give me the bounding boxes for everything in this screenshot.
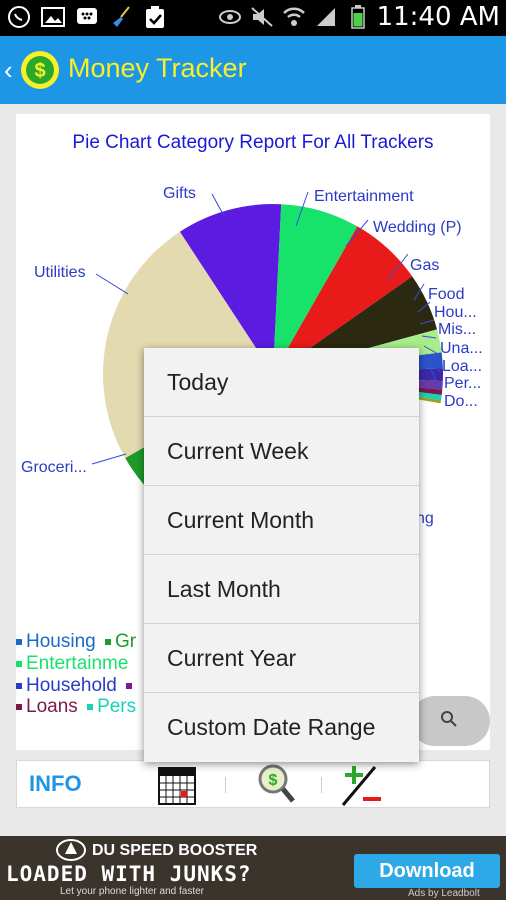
info-button[interactable]: INFO [29, 771, 82, 797]
menu-item-current-month[interactable]: Current Month [144, 486, 419, 555]
legend-label-entertainment: Entertainme [26, 653, 129, 674]
legend-label-housing: Housing [26, 631, 96, 652]
wifi-icon [281, 4, 307, 30]
back-chevron-icon[interactable]: ‹ [4, 56, 16, 84]
status-bar: 11:40 AM [0, 0, 506, 36]
svg-text:$: $ [34, 60, 45, 82]
bottom-toolbar: INFO $ [16, 760, 490, 808]
toolbar-divider [225, 777, 226, 793]
leader-line [95, 273, 129, 295]
toolbar-divider [321, 777, 322, 793]
gallery-icon [40, 4, 66, 30]
label-misc: Mis... [438, 321, 477, 338]
label-housing: Hou... [434, 304, 477, 321]
ad-brand: DU SPEED BOOSTER [92, 842, 258, 859]
money-search-icon[interactable]: $ [257, 763, 297, 805]
signal-icon [313, 4, 339, 30]
ad-credit[interactable]: Ads by Leadbolt [408, 888, 480, 899]
chart-title: Pie Chart Category Report For All Tracke… [72, 132, 434, 153]
eye-icon [217, 4, 243, 30]
svg-text:$: $ [269, 772, 278, 789]
whatsapp-icon [6, 4, 32, 30]
clipboard-check-icon [142, 4, 168, 30]
label-gifts: Gifts [163, 185, 196, 202]
legend-label-groceries: Gr [115, 631, 137, 652]
legend-marker [16, 682, 22, 689]
label-wedding: Wedding (P) [373, 219, 462, 236]
legend-marker [126, 682, 133, 689]
leader-line [211, 193, 225, 217]
status-time: 11:40 AM [376, 2, 500, 32]
label-donations: Do... [444, 393, 478, 410]
app-logo-icon[interactable]: $ [20, 50, 60, 90]
label-loans: Loa... [442, 358, 483, 375]
mute-icon [249, 4, 275, 30]
legend-row: Loans Pers [16, 696, 136, 718]
label-unassigned: Una... [440, 340, 483, 357]
app-title: Money Tracker [68, 53, 247, 83]
legend-marker [87, 703, 94, 710]
label-entertainment: Entertainment [314, 188, 414, 205]
label-utilities: Utilities [34, 264, 86, 281]
menu-item-today[interactable]: Today [144, 348, 419, 417]
action-bar: ‹ $ Money Tracker [0, 36, 506, 104]
label-food: Food [428, 286, 465, 303]
search-icon [441, 711, 457, 727]
label-groceries: Groceri... [21, 459, 87, 476]
bbm-icon [74, 4, 100, 30]
date-range-menu: Today Current Week Current Month Last Mo… [144, 348, 419, 762]
plus-minus-icon[interactable] [339, 763, 385, 807]
legend-row: Housing Gr [16, 631, 136, 653]
legend-row: Entertainme [16, 653, 128, 675]
label-gas: Gas [410, 257, 440, 274]
menu-item-current-year[interactable]: Current Year [144, 624, 419, 693]
legend-marker [105, 638, 111, 645]
legend-label-personal: Pers [97, 696, 137, 717]
menu-item-custom-date-range[interactable]: Custom Date Range [144, 693, 419, 762]
ad-subtitle: Let your phone lighter and faster [60, 886, 204, 897]
label-personal: Per... [444, 375, 482, 392]
legend-label-household: Household [26, 675, 117, 696]
menu-item-last-month[interactable]: Last Month [144, 555, 419, 624]
menu-item-current-week[interactable]: Current Week [144, 417, 419, 486]
legend-marker [16, 703, 22, 710]
legend-row: Household [16, 675, 136, 697]
legend-marker [16, 660, 22, 667]
ad-headline: LOADED WITH JUNKS? [6, 862, 252, 886]
ad-download-button[interactable]: Download [354, 854, 500, 888]
du-logo-icon [56, 839, 86, 861]
battery-icon [345, 4, 371, 30]
calendar-icon[interactable] [157, 764, 197, 806]
legend-marker [16, 638, 22, 645]
legend-label-loans: Loans [26, 696, 78, 717]
leader-line [91, 453, 127, 465]
search-button[interactable] [410, 696, 490, 746]
broom-icon [108, 4, 134, 30]
